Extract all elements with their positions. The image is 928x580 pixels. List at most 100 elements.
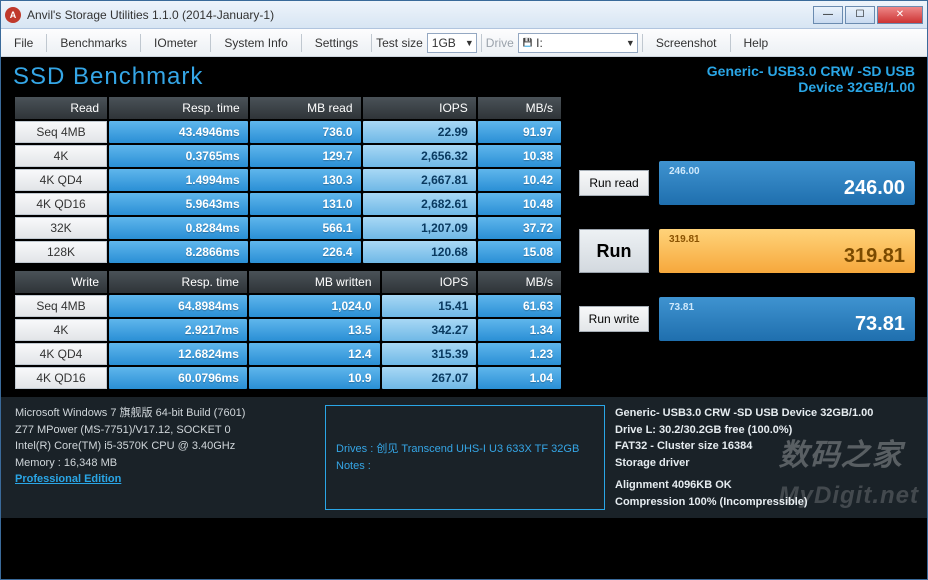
test-size-select[interactable]: 1GB▼	[427, 33, 477, 53]
read-mbs: 10.48	[478, 193, 561, 215]
read-mb: 131.0	[250, 193, 361, 215]
read-iops: 2,682.61	[363, 193, 476, 215]
write-row-name: Seq 4MB	[15, 295, 107, 317]
read-row-name: 32K	[15, 217, 107, 239]
write-iops: 315.39	[382, 343, 477, 365]
read-header-resp: Resp. time	[109, 97, 248, 119]
write-score: 73.81 73.81	[659, 297, 915, 341]
app-icon: A	[5, 7, 21, 23]
write-mb: 10.9	[249, 367, 380, 389]
notes-label: Notes :	[336, 458, 594, 475]
write-row-name: 4K QD4	[15, 343, 107, 365]
menu-settings[interactable]: Settings	[306, 33, 367, 53]
write-header-name: Write	[15, 271, 107, 293]
read-row-name: 4K QD4	[15, 169, 107, 191]
write-resp: 64.8984ms	[109, 295, 247, 317]
run-write-button[interactable]: Run write	[579, 306, 649, 332]
write-iops: 267.07	[382, 367, 477, 389]
test-size-label: Test size	[376, 36, 423, 50]
table-row: 4K2.9217ms13.5342.271.34	[15, 319, 561, 341]
menu-iometer[interactable]: IOmeter	[145, 33, 206, 53]
read-mb: 566.1	[250, 217, 361, 239]
write-mb: 1,024.0	[249, 295, 380, 317]
menu-benchmarks[interactable]: Benchmarks	[51, 33, 136, 53]
table-row: 4K0.3765ms129.72,656.3210.38	[15, 145, 561, 167]
read-mbs: 10.42	[478, 169, 561, 191]
table-row: 32K0.8284ms566.11,207.0937.72	[15, 217, 561, 239]
edition-link[interactable]: Professional Edition	[15, 471, 315, 488]
write-mbs: 1.23	[478, 343, 561, 365]
write-row-name: 4K	[15, 319, 107, 341]
table-row: Seq 4MB43.4946ms736.022.9991.97	[15, 121, 561, 143]
read-row-name: 128K	[15, 241, 107, 263]
menubar: File Benchmarks IOmeter System Info Sett…	[1, 29, 927, 57]
read-resp: 43.4946ms	[109, 121, 248, 143]
write-row-name: 4K QD16	[15, 367, 107, 389]
read-resp: 0.8284ms	[109, 217, 248, 239]
window-title: Anvil's Storage Utilities 1.1.0 (2014-Ja…	[27, 8, 813, 22]
read-score: 246.00 246.00	[659, 161, 915, 205]
minimize-button[interactable]: —	[813, 6, 843, 24]
write-mbs: 1.34	[478, 319, 561, 341]
device-info: Generic- USB3.0 CRW -SD USB Device 32GB/…	[707, 63, 915, 95]
write-mb: 12.4	[249, 343, 380, 365]
read-resp: 1.4994ms	[109, 169, 248, 191]
read-header-iops: IOPS	[363, 97, 476, 119]
footer: Microsoft Windows 7 旗舰版 64-bit Build (76…	[1, 397, 927, 518]
read-iops: 2,667.81	[363, 169, 476, 191]
write-resp: 60.0796ms	[109, 367, 247, 389]
info-align: Alignment 4096KB OK	[615, 477, 913, 494]
read-mbs: 15.08	[478, 241, 561, 263]
table-row: 128K8.2866ms226.4120.6815.08	[15, 241, 561, 263]
read-header-mb: MB read	[250, 97, 361, 119]
read-resp: 8.2866ms	[109, 241, 248, 263]
read-resp: 5.9643ms	[109, 193, 248, 215]
app-window: A Anvil's Storage Utilities 1.1.0 (2014-…	[0, 0, 928, 580]
sys-os: Microsoft Windows 7 旗舰版 64-bit Build (76…	[15, 405, 315, 422]
drives-value: 创见 Transcend UHS-I U3 633X TF 32GB	[376, 443, 579, 455]
menu-file[interactable]: File	[5, 33, 42, 53]
page-title: SSD Benchmark	[13, 63, 203, 91]
write-header-mb: MB written	[249, 271, 380, 293]
write-mbs: 1.04	[478, 367, 561, 389]
close-button[interactable]: ✕	[877, 6, 923, 24]
write-mbs: 61.63	[478, 295, 561, 317]
total-score: 319.81 319.81	[659, 229, 915, 273]
drive-select[interactable]: 💾 I:▼	[518, 33, 638, 53]
info-device: Generic- USB3.0 CRW -SD USB Device 32GB/…	[615, 405, 913, 422]
drives-label: Drives :	[336, 443, 373, 455]
info-fs: FAT32 - Cluster size 16384	[615, 438, 913, 455]
write-iops: 342.27	[382, 319, 477, 341]
table-row: 4K QD1660.0796ms10.9267.071.04	[15, 367, 561, 389]
write-header-mbs: MB/s	[478, 271, 561, 293]
read-mbs: 10.38	[478, 145, 561, 167]
drive-label: Drive	[486, 36, 514, 50]
table-row: 4K QD412.6824ms12.4315.391.23	[15, 343, 561, 365]
maximize-button[interactable]: ☐	[845, 6, 875, 24]
read-mb: 736.0	[250, 121, 361, 143]
sys-cpu: Intel(R) Core(TM) i5-3570K CPU @ 3.40GHz	[15, 438, 315, 455]
menu-system-info[interactable]: System Info	[215, 33, 296, 53]
read-mb: 130.3	[250, 169, 361, 191]
info-compression: Compression 100% (Incompressible)	[615, 494, 913, 511]
read-mb: 226.4	[250, 241, 361, 263]
read-row-name: 4K QD16	[15, 193, 107, 215]
read-iops: 120.68	[363, 241, 476, 263]
read-header-name: Read	[15, 97, 107, 119]
menu-help[interactable]: Help	[735, 33, 778, 53]
write-header-resp: Resp. time	[109, 271, 247, 293]
run-button[interactable]: Run	[579, 229, 649, 273]
table-row: Seq 4MB64.8984ms1,024.015.4161.63	[15, 295, 561, 317]
write-mb: 13.5	[249, 319, 380, 341]
titlebar[interactable]: A Anvil's Storage Utilities 1.1.0 (2014-…	[1, 1, 927, 29]
write-table: Write Resp. time MB written IOPS MB/s Se…	[13, 269, 563, 391]
write-iops: 15.41	[382, 295, 477, 317]
read-mbs: 37.72	[478, 217, 561, 239]
run-read-button[interactable]: Run read	[579, 170, 649, 196]
write-header-iops: IOPS	[382, 271, 477, 293]
read-mbs: 91.97	[478, 121, 561, 143]
read-mb: 129.7	[250, 145, 361, 167]
read-iops: 1,207.09	[363, 217, 476, 239]
read-header-mbs: MB/s	[478, 97, 561, 119]
menu-screenshot[interactable]: Screenshot	[647, 33, 726, 53]
